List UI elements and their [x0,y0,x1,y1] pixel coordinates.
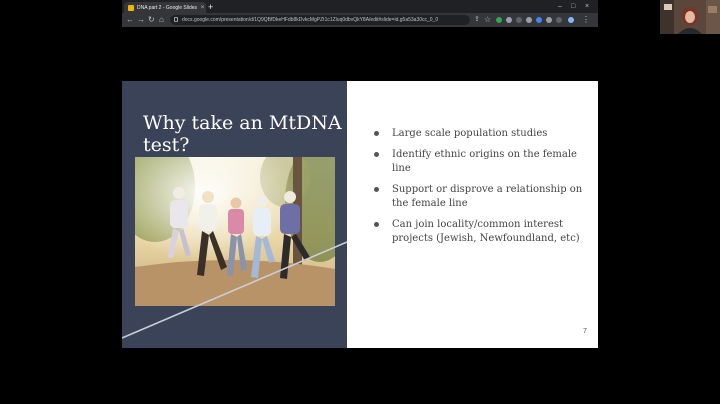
share-icon[interactable]: ⇪ [474,15,480,25]
slide-page-number: 7 [583,328,587,335]
bullet-list: Large scale population studies Identify … [374,127,584,253]
back-button[interactable]: ← [126,15,134,25]
profile-avatar[interactable] [568,17,574,23]
browser-window: DNA part 2 - Google Slides × + – □ × ← →… [122,0,598,404]
bullet-dot-icon [374,131,379,136]
new-tab-button[interactable]: + [208,2,213,12]
bullet-dot-icon [374,187,379,192]
slide-left-panel: Why take an MtDNA test? [122,81,347,348]
webcam-thumbnail [660,0,720,34]
bullet-dot-icon [374,152,379,157]
minimize-button[interactable]: – [558,2,562,11]
extension-icon[interactable] [546,17,552,23]
bullet-text: Large scale population studies [392,128,548,139]
close-tab-icon[interactable]: × [199,5,206,11]
extension-icon[interactable] [536,17,542,23]
extension-icon[interactable] [526,17,532,23]
address-bar[interactable]: docs.google.com/presentation/d/1Q9QBfDke… [170,15,470,25]
bullet-text: Support or disprove a relationship on th… [392,184,583,209]
lock-icon [174,17,178,22]
senior-women-dancing-image [135,157,335,306]
home-button[interactable]: ⌂ [159,15,164,25]
slide: Why take an MtDNA test? Large scale popu… [122,81,598,348]
presenter-video-image [660,0,720,34]
bullet-dot-icon [374,222,379,227]
bullet-item: Large scale population studies [374,127,584,141]
extension-icon[interactable] [496,17,502,23]
bullet-item: Identify ethnic origins on the female li… [374,148,584,176]
presentation-viewport: Why take an MtDNA test? Large scale popu… [122,27,598,404]
bullet-item: Support or disprove a relationship on th… [374,183,584,211]
maximize-button[interactable]: □ [571,2,575,11]
close-window-button[interactable]: × [585,2,589,11]
forward-button[interactable]: → [137,15,145,25]
tab-bar: DNA part 2 - Google Slides × + – □ × [122,0,598,13]
url-text: docs.google.com/presentation/d/1Q9QBfDke… [182,17,439,23]
menu-kebab-icon[interactable]: ⋮ [582,15,590,25]
browser-toolbar: ← → ↻ ⌂ docs.google.com/presentation/d/1… [122,13,598,27]
extension-icon[interactable] [506,17,512,23]
bullet-text: Identify ethnic origins on the female li… [392,149,577,174]
slides-icon [128,4,134,11]
extension-icon[interactable] [556,17,562,23]
bullet-text: Can join locality/common interest projec… [392,219,580,244]
reload-button[interactable]: ↻ [148,15,155,25]
slide-title: Why take an MtDNA test? [143,112,342,156]
bullet-item: Can join locality/common interest projec… [374,218,584,246]
slide-photo [135,157,335,306]
tab-google-slides[interactable]: DNA part 2 - Google Slides × [124,2,206,13]
bookmark-star-icon[interactable]: ☆ [484,15,491,25]
extension-icon[interactable] [516,17,522,23]
tab-title: DNA part 2 - Google Slides [137,4,198,11]
